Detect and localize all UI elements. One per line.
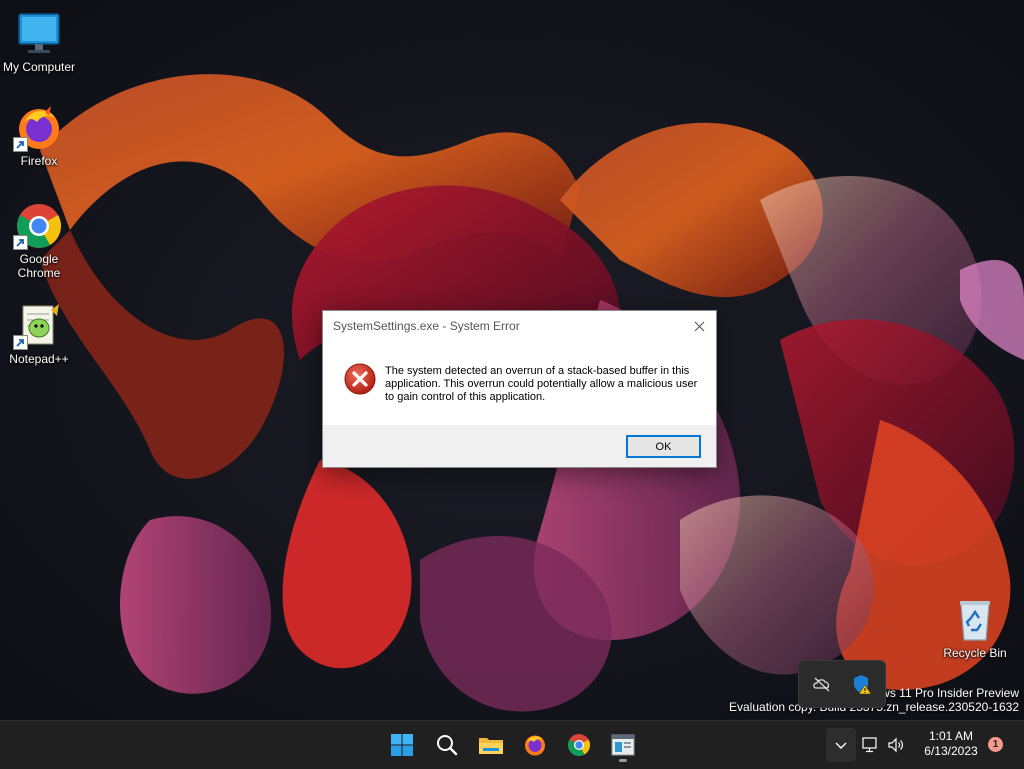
desktop-icon-label: Notepad++: [9, 352, 69, 366]
dialog-title: SystemSettings.exe - System Error: [333, 319, 520, 333]
close-button[interactable]: [688, 315, 710, 337]
taskbar: 1:01 AM 6/13/2023 1: [0, 720, 1024, 769]
system-error-dialog: SystemSettings.exe - System Error The sy…: [322, 310, 717, 468]
desktop-icon-firefox[interactable]: Firefox: [1, 104, 77, 168]
firefox-icon: [525, 735, 545, 756]
desktop-icon-google-chrome[interactable]: Google Chrome: [1, 202, 77, 280]
shortcut-arrow-icon: [13, 137, 28, 152]
chrome-taskbar-button[interactable]: [561, 727, 597, 763]
start-button[interactable]: [384, 727, 420, 763]
shortcut-arrow-icon: [13, 335, 28, 350]
clock-time: 1:01 AM: [928, 729, 974, 743]
network-icon: [862, 737, 877, 753]
dialog-footer: OK: [323, 425, 716, 467]
shortcut-arrow-icon: [13, 235, 28, 250]
desktop-icon-my-computer[interactable]: My Computer: [1, 10, 77, 74]
dialog-message: The system detected an overrun of a stac…: [385, 365, 698, 403]
windows-start-icon: [391, 734, 413, 756]
search-button[interactable]: [429, 727, 465, 763]
error-icon: [344, 363, 376, 400]
chrome-icon: [568, 734, 590, 756]
show-hidden-icons-button[interactable]: [826, 728, 856, 762]
desktop-icon-label: My Computer: [2, 60, 76, 74]
notification-badge[interactable]: 1: [988, 737, 1003, 752]
desktop-icon-label: Recycle Bin: [943, 646, 1007, 660]
clock-date: 6/13/2023: [924, 744, 978, 758]
file-explorer-button[interactable]: [473, 727, 509, 763]
defender-warning-icon[interactable]: [851, 673, 873, 695]
network-button[interactable]: [858, 727, 882, 763]
settings-app-icon: [611, 734, 635, 756]
dialog-body: The system detected an overrun of a stac…: [323, 341, 716, 425]
firefox-taskbar-button[interactable]: [517, 727, 553, 763]
settings-app-taskbar-button[interactable]: [605, 727, 641, 763]
hidden-icons-flyout: [798, 660, 886, 708]
ok-button[interactable]: OK: [626, 435, 701, 458]
monitor-icon: [15, 10, 63, 58]
chevron-up-icon: [835, 742, 847, 749]
notepadpp-icon: [13, 302, 63, 350]
onedrive-offline-icon[interactable]: [811, 673, 833, 695]
desktop-icon-notepad-plus-plus[interactable]: Notepad++: [1, 302, 77, 366]
file-explorer-icon: [479, 738, 503, 754]
dialog-titlebar[interactable]: SystemSettings.exe - System Error: [323, 311, 716, 341]
recycle-bin-icon: [951, 596, 999, 644]
search-icon: [437, 735, 458, 756]
volume-icon: [888, 737, 903, 753]
volume-button[interactable]: [884, 727, 908, 763]
desktop-icon-label: Firefox: [20, 154, 58, 168]
close-icon: [694, 321, 704, 331]
chrome-icon: [13, 202, 63, 250]
desktop-icon-recycle-bin[interactable]: Recycle Bin: [937, 596, 1013, 660]
firefox-icon: [13, 104, 63, 152]
desktop-icon-label: Google Chrome: [17, 252, 61, 280]
taskbar-clock[interactable]: 1:01 AM 6/13/2023: [916, 729, 986, 759]
